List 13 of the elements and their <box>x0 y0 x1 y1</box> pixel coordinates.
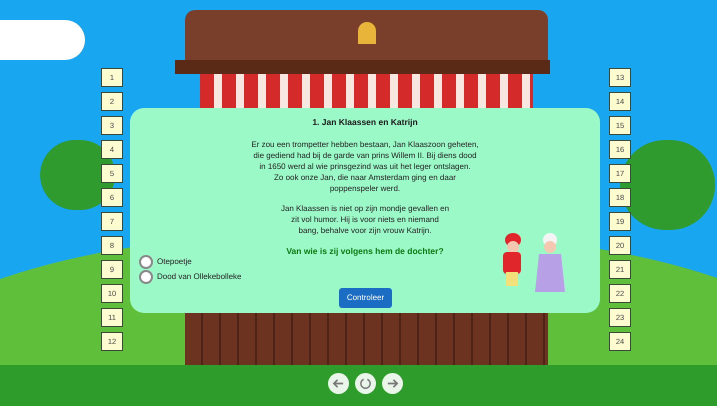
bell-icon <box>358 22 376 44</box>
quiz-paragraph: Er zou een trompetter hebben bestaan, Jan Klaaszoon geheten, die gediend had bij de garde van prins Willem II. Bij diens dood in 1650 werd al wie prinsgezind was uit het leger ontslagen. Zo ook onze Jan, die naar Amsterdam ging en daar poppenspeler werd. <box>251 138 479 194</box>
right-arrow-icon <box>386 377 399 390</box>
left-arrow-icon <box>332 377 345 390</box>
reload-icon <box>359 377 372 390</box>
radio-button[interactable] <box>139 270 153 284</box>
quiz-title: 1. Jan Klaassen en Katrijn <box>312 116 418 129</box>
option-label: Otepoetje <box>157 256 192 268</box>
quiz-paragraph: Jan Klaassen is niet op zijn mondje gevallen en zit vol humor. Hij is voor niets en niemand bang, behalve voor zijn vrouw Katrijn. <box>280 202 450 236</box>
option-label: Dood van Ollekebolleke <box>157 271 242 283</box>
radio-button[interactable] <box>139 255 153 269</box>
quiz-question: Van wie is zij volgens hem de dochter? <box>286 244 444 258</box>
check-button[interactable]: Controleer <box>339 288 392 308</box>
